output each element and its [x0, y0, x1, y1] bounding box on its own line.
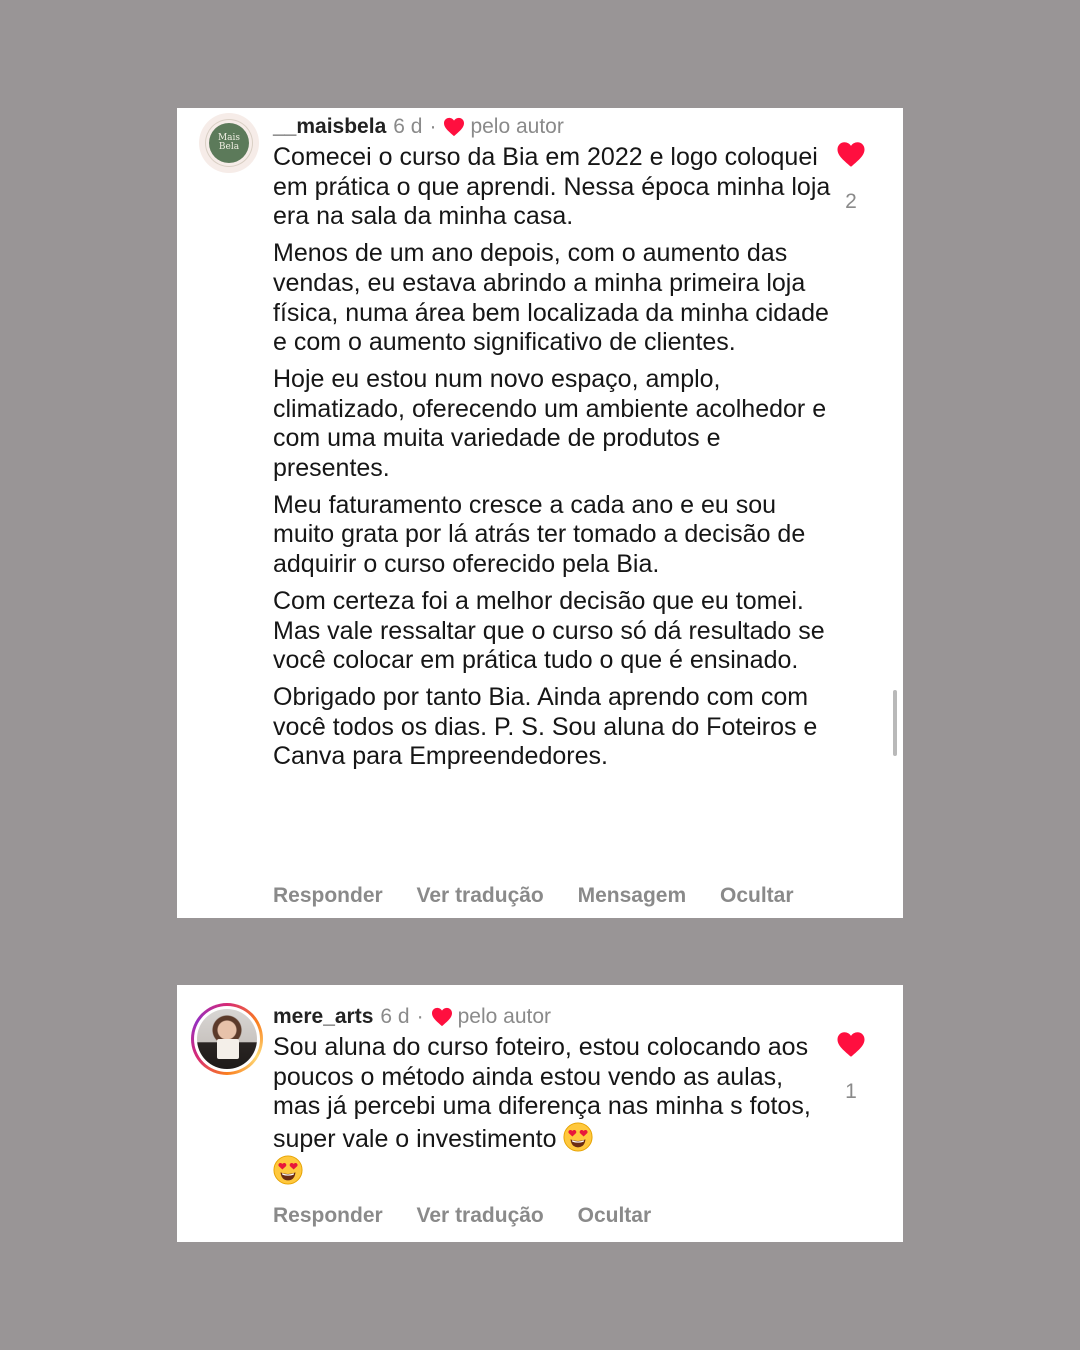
comment-meta: __maisbela 6 d · pelo autor [273, 113, 833, 141]
comment-actions: Responder Ver tradução Ocultar [273, 1204, 679, 1228]
like-heart-icon[interactable] [836, 141, 866, 168]
comment-meta: mere_arts 6 d · pelo autor [273, 1003, 833, 1031]
comment-paragraph: Obrigado por tanto Bia. Ainda aprendo co… [273, 682, 818, 771]
liked-by-author-label: pelo autor [457, 1005, 552, 1028]
comment-body: __maisbela 6 d · pelo autor Comecei o cu… [273, 113, 833, 779]
see-translation-button[interactable]: Ver tradução [417, 1204, 544, 1227]
username[interactable]: mere_arts [273, 1003, 373, 1031]
comment-card-maisbela: Mais Bela __maisbela 6 d · pelo autor Co… [177, 108, 903, 918]
comment-card-mere-arts: mere_arts 6 d · pelo autor Sou aluna do … [177, 985, 903, 1242]
timestamp: 6 d [380, 1005, 410, 1028]
comment-paragraph: Meu faturamento cresce a cada ano e eu s… [273, 490, 806, 579]
heart-eyes-emoji-icon [563, 1122, 593, 1152]
heart-icon [444, 117, 465, 137]
comment-text: Sou aluna do curso foteiro, estou coloca… [273, 1033, 833, 1188]
comment-paragraph: Comecei o curso da Bia em 2022 e logo co… [273, 143, 831, 231]
like-column: 1 [833, 1031, 869, 1104]
comment-text: Comecei o curso da Bia em 2022 e logo co… [273, 143, 833, 772]
like-heart-icon[interactable] [836, 1031, 866, 1058]
see-translation-button[interactable]: Ver tradução [417, 884, 544, 907]
separator: · [416, 1005, 424, 1028]
hide-button[interactable]: Ocultar [578, 1204, 652, 1227]
message-button[interactable]: Mensagem [578, 884, 687, 907]
scrollbar[interactable] [893, 690, 897, 756]
avatar-maisbela[interactable]: Mais Bela [199, 113, 259, 173]
heart-eyes-emoji-icon [273, 1155, 303, 1185]
hide-button[interactable]: Ocultar [720, 884, 794, 907]
separator: · [429, 115, 437, 138]
username[interactable]: __maisbela [273, 113, 386, 141]
avatar-mere-arts[interactable] [191, 1003, 263, 1075]
liked-by-author-label: pelo autor [470, 115, 564, 138]
reply-button[interactable]: Responder [273, 884, 383, 907]
comment-paragraph: Sou aluna do curso foteiro, estou coloca… [273, 1033, 811, 1154]
comment-paragraph: Hoje eu estou num novo espaço, amplo, cl… [273, 364, 827, 483]
story-ring [194, 1006, 260, 1072]
comment-actions: Responder Ver tradução Mensagem Ocultar [273, 884, 822, 908]
reply-button[interactable]: Responder [273, 1204, 383, 1227]
comment-paragraph: Com certeza foi a melhor decisão que eu … [273, 586, 825, 675]
comment-body: mere_arts 6 d · pelo autor Sou aluna do … [273, 1003, 833, 1188]
profile-photo [197, 1009, 257, 1069]
heart-icon [431, 1007, 452, 1027]
timestamp: 6 d [393, 115, 423, 138]
like-column: 2 [833, 141, 869, 214]
maisbela-logo: Mais Bela [209, 123, 249, 163]
like-count: 2 [845, 190, 857, 213]
comment-paragraph: Menos de um ano depois, com o aumento da… [273, 239, 829, 357]
like-count: 1 [845, 1080, 857, 1103]
